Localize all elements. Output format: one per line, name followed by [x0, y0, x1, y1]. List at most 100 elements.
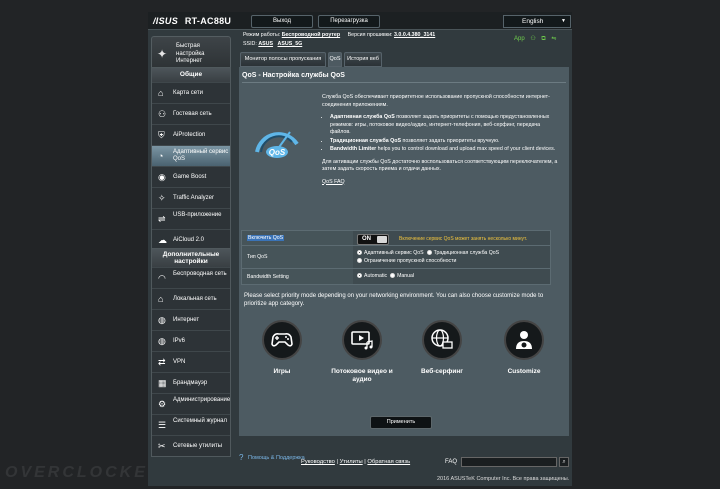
- analyzer-icon: ✧: [158, 193, 166, 203]
- web-icon: [422, 320, 462, 360]
- radio-unchecked: [426, 249, 432, 255]
- globe-icon: ◍: [158, 315, 166, 325]
- sidebar-item-firewall[interactable]: ▦ Брандмауэр: [152, 372, 230, 393]
- qos-faq-link[interactable]: QoS FAQ: [322, 179, 558, 187]
- sidebar-item-admin[interactable]: ⚙ Администрирование: [152, 393, 230, 414]
- sidebar-item-lan[interactable]: ⌂ Локальная сеть: [152, 288, 230, 309]
- radio-limiter[interactable]: Ограничение пропускной способности: [357, 258, 456, 265]
- usb-status-icon[interactable]: ⇋: [551, 35, 556, 42]
- radio-label: Manual: [397, 273, 415, 279]
- copyright: 2016 ASUSTeK Computer Inc. Все права защ…: [437, 476, 570, 482]
- wand-icon: ✦: [157, 47, 168, 61]
- bullet-title: Адаптивная служба QoS: [330, 114, 395, 120]
- sidebar-advanced: Дополнительные настройки ◠ Беспроводная …: [151, 248, 231, 457]
- reboot-button[interactable]: Перезагрузка: [318, 15, 380, 28]
- sidebar-item-internet[interactable]: ◍ Интернет: [152, 309, 230, 330]
- enable-qos-value: ON Включение сервис QoS может занять нес…: [353, 231, 550, 245]
- sidebar-item-label: Беспроводная сеть: [173, 271, 227, 277]
- ssid-link-2[interactable]: ASUS_5G: [278, 41, 303, 47]
- activation-text: Для активации службы QoS достаточно восп…: [322, 158, 558, 173]
- list-item: Bandwidth Limiter helps you to control d…: [330, 146, 558, 154]
- model-name: RT-AC88U: [184, 16, 232, 26]
- sidebar-item-usb[interactable]: ⇌ USB-приложение: [152, 208, 230, 229]
- mode-gaming[interactable]: Игры: [247, 320, 317, 376]
- sidebar-item-tools[interactable]: ✂ Сетевые утилиты: [152, 435, 230, 456]
- mode-streaming[interactable]: Потоковое видео и аудио: [327, 320, 397, 384]
- footer-links: Руководство | Утилиты | Обратная связь: [301, 459, 411, 465]
- bullet-text: позволяет задать приоритеты вручную.: [401, 137, 500, 144]
- question-icon: ?: [239, 453, 244, 462]
- enable-qos-label: Включить QoS: [242, 231, 353, 245]
- mode-web-surfing[interactable]: Веб-серфинг: [407, 320, 477, 376]
- firewall-icon: ▦: [158, 378, 167, 388]
- sidebar-item-label: Интернет: [173, 317, 200, 323]
- language-select[interactable]: English ▼: [503, 15, 571, 28]
- mode-customize[interactable]: Customize: [489, 320, 559, 376]
- tab-bandwidth-monitor[interactable]: Монитор полосы пропускания: [240, 52, 326, 67]
- logout-button[interactable]: Выход: [251, 15, 313, 28]
- sidebar-advanced-title: Дополнительные настройки: [152, 249, 230, 267]
- mode-link[interactable]: Беспроводной роутер: [282, 32, 340, 38]
- mode-label: Режим работы:: [243, 32, 281, 38]
- log-icon: ☰: [158, 420, 167, 430]
- intro-text: Служба QoS обеспечивает приоритетное исп…: [322, 94, 550, 108]
- copy-icon[interactable]: ⧉: [541, 36, 545, 43]
- bullet-text: helps you to control download and upload…: [376, 146, 556, 152]
- app-label[interactable]: App: [514, 36, 525, 42]
- sidebar-item-traffic-analyzer[interactable]: ✧ Traffic Analyzer: [152, 187, 230, 208]
- utilities-link[interactable]: Утилиты: [340, 459, 363, 465]
- page-title: QoS - Настройка службы QoS: [242, 72, 345, 79]
- sidebar-item-ipv6[interactable]: ◍ IPv6: [152, 330, 230, 351]
- apply-button[interactable]: Применить: [370, 416, 432, 429]
- feedback-link[interactable]: Обратная связь: [367, 459, 410, 465]
- lock-icon: ⛨: [158, 130, 165, 140]
- feature-list: Адаптивная служба QoS позволяет задать п…: [330, 114, 558, 154]
- sidebar-item-network-map[interactable]: ⌂ Карта сети: [152, 82, 230, 103]
- radio-automatic[interactable]: Automatic: [357, 273, 387, 280]
- ssid-link-1[interactable]: ASUS: [258, 41, 273, 47]
- list-item: Адаптивная служба QoS позволяет задать п…: [330, 114, 558, 137]
- sidebar-item-log[interactable]: ☰ Системный журнал: [152, 414, 230, 435]
- help-support-link[interactable]: ? Помощь & Поддержка: [239, 453, 305, 462]
- sidebar-item-vpn[interactable]: ⇄ VPN: [152, 351, 230, 372]
- tab-qos[interactable]: QoS: [328, 52, 342, 67]
- faq-search-input[interactable]: [461, 457, 557, 467]
- chevron-down-icon: ▼: [561, 18, 566, 24]
- quick-setup-button[interactable]: ✦ Быстрая настройка Интернет: [151, 36, 231, 70]
- tab-web-history[interactable]: История веб: [344, 52, 382, 67]
- qos-toggle[interactable]: ON: [357, 234, 389, 245]
- manual-link[interactable]: Руководство: [301, 459, 335, 465]
- radio-adaptive[interactable]: Адаптивный сервис QoS: [357, 250, 424, 257]
- sidebar-item-game-boost[interactable]: ◉ Game Boost: [152, 166, 230, 187]
- sidebar-item-qos[interactable]: ◔ Адаптивный сервис QoS: [152, 145, 230, 166]
- toggle-knob: [377, 236, 387, 243]
- wifi-icon: ◠: [158, 273, 166, 283]
- media-icon: [342, 320, 382, 360]
- mode-label: Customize: [507, 368, 541, 375]
- tools-icon: ✂: [158, 441, 166, 451]
- list-item: Традиционная служба QoS позволяет задать…: [330, 138, 558, 146]
- radio-traditional[interactable]: Традиционная служба QoS: [426, 249, 499, 257]
- search-icon[interactable]: ⌕: [559, 457, 569, 467]
- top-bar: /ISUS RT-AC88U Выход Перезагрузка Englis…: [148, 12, 572, 30]
- quick-setup-label: Быстрая настройка Интернет: [176, 43, 205, 64]
- enable-qos-text: Включить QoS: [247, 235, 285, 241]
- svg-text:QoS: QoS: [269, 148, 286, 157]
- sidebar-item-label: Сетевые утилиты: [173, 443, 223, 449]
- qos-icon: ◔: [158, 151, 164, 161]
- customize-icon: [504, 320, 544, 360]
- sidebar-general: Общие ⌂ Карта сети ⚇ Гостевая сеть ⛨ AiP…: [151, 67, 231, 251]
- sidebar-item-guest[interactable]: ⚇ Гостевая сеть: [152, 103, 230, 124]
- user-icon[interactable]: ⚇: [530, 35, 535, 42]
- sidebar-item-aicloud[interactable]: ☁ AiCloud 2.0: [152, 229, 230, 250]
- qos-description: Служба QoS обеспечивает приоритетное исп…: [322, 94, 558, 186]
- radio-manual[interactable]: Manual: [390, 273, 414, 280]
- gamepad-icon: [262, 320, 302, 360]
- sidebar-item-aiprotection[interactable]: ⛨ AiProtection: [152, 124, 230, 145]
- firmware-link[interactable]: 3.0.0.4.380_3141: [394, 32, 435, 38]
- qos-type-options: Адаптивный сервис QoS Традиционная служб…: [353, 246, 550, 268]
- sidebar-general-title: Общие: [152, 68, 230, 82]
- sidebar-item-wireless[interactable]: ◠ Беспроводная сеть: [152, 267, 230, 288]
- radio-unchecked: [357, 257, 362, 263]
- lan-icon: ⌂: [158, 294, 164, 304]
